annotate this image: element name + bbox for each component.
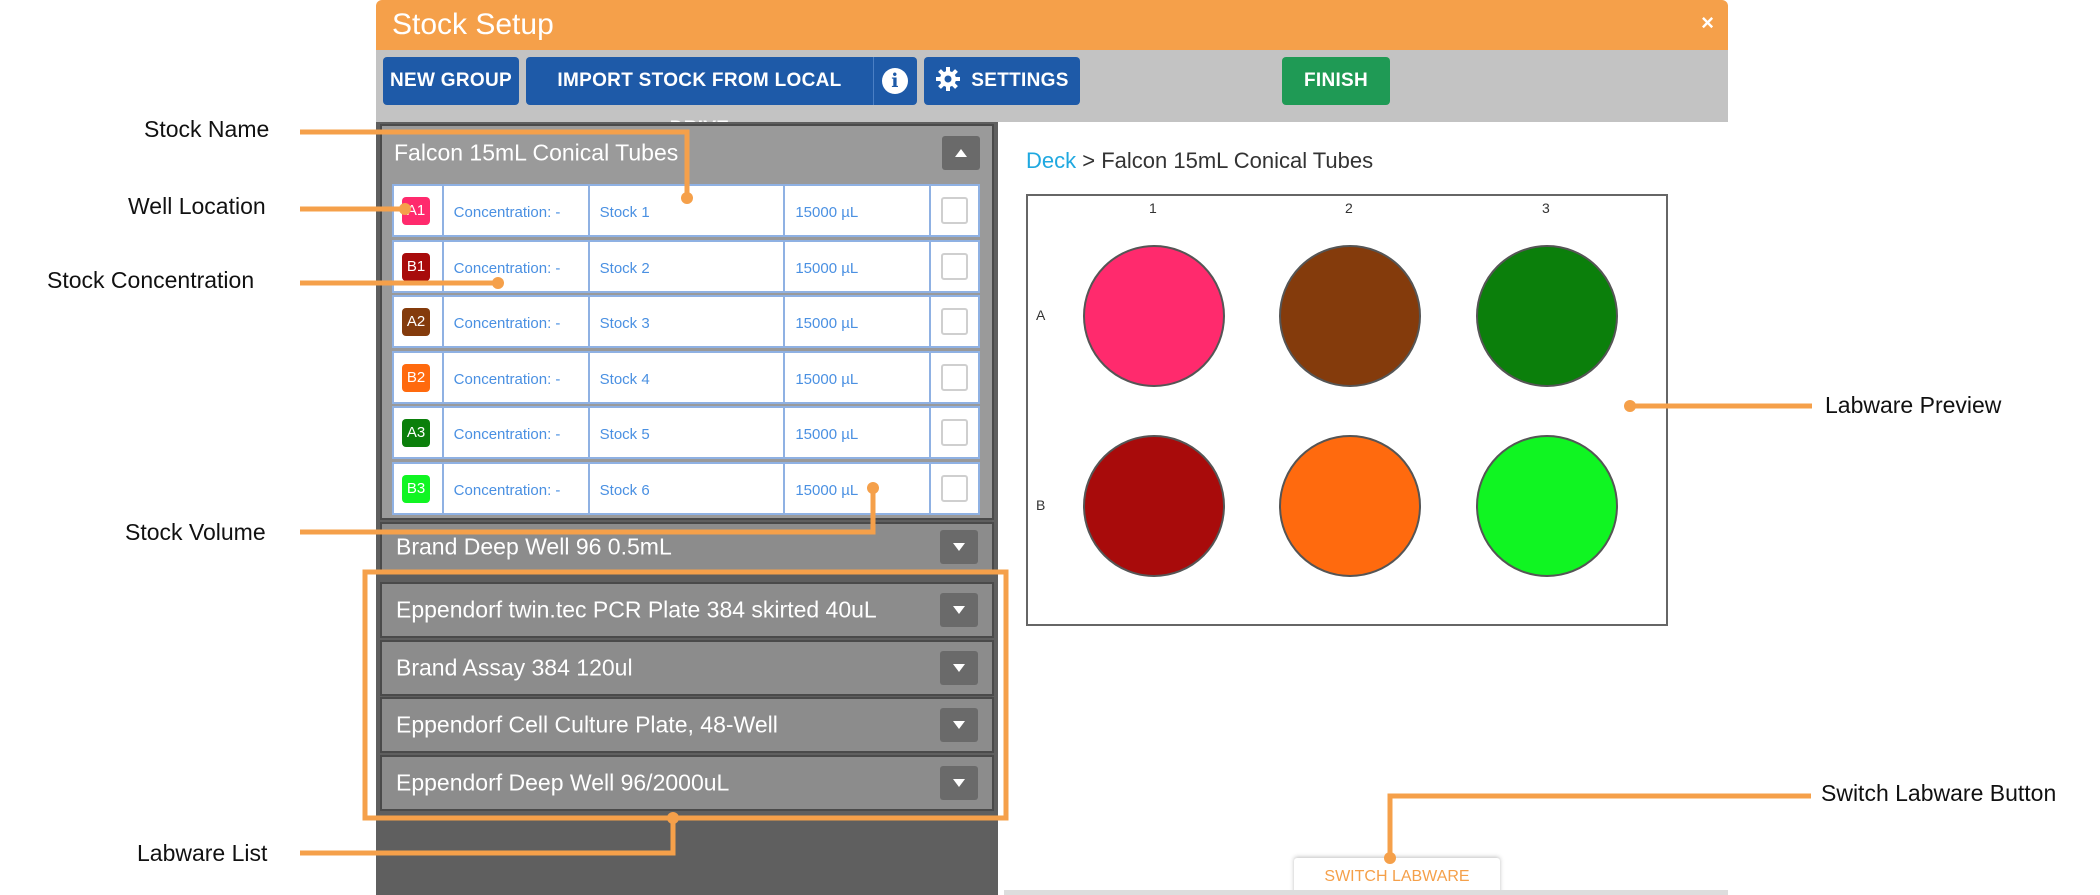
annotation-stock-volume: Stock Volume: [125, 519, 266, 545]
annotation-well-location: Well Location: [128, 193, 266, 219]
annotation-labware-preview: Labware Preview: [1825, 392, 2002, 418]
annotation-labware-list: Labware List: [137, 840, 268, 866]
annotation-stock-concentration: Stock Concentration: [47, 267, 255, 293]
callout-lines: [300, 129, 1812, 864]
annotation-switch-labware-button: Switch Labware Button: [1821, 780, 2057, 806]
annotation-stock-name: Stock Name: [144, 116, 270, 142]
